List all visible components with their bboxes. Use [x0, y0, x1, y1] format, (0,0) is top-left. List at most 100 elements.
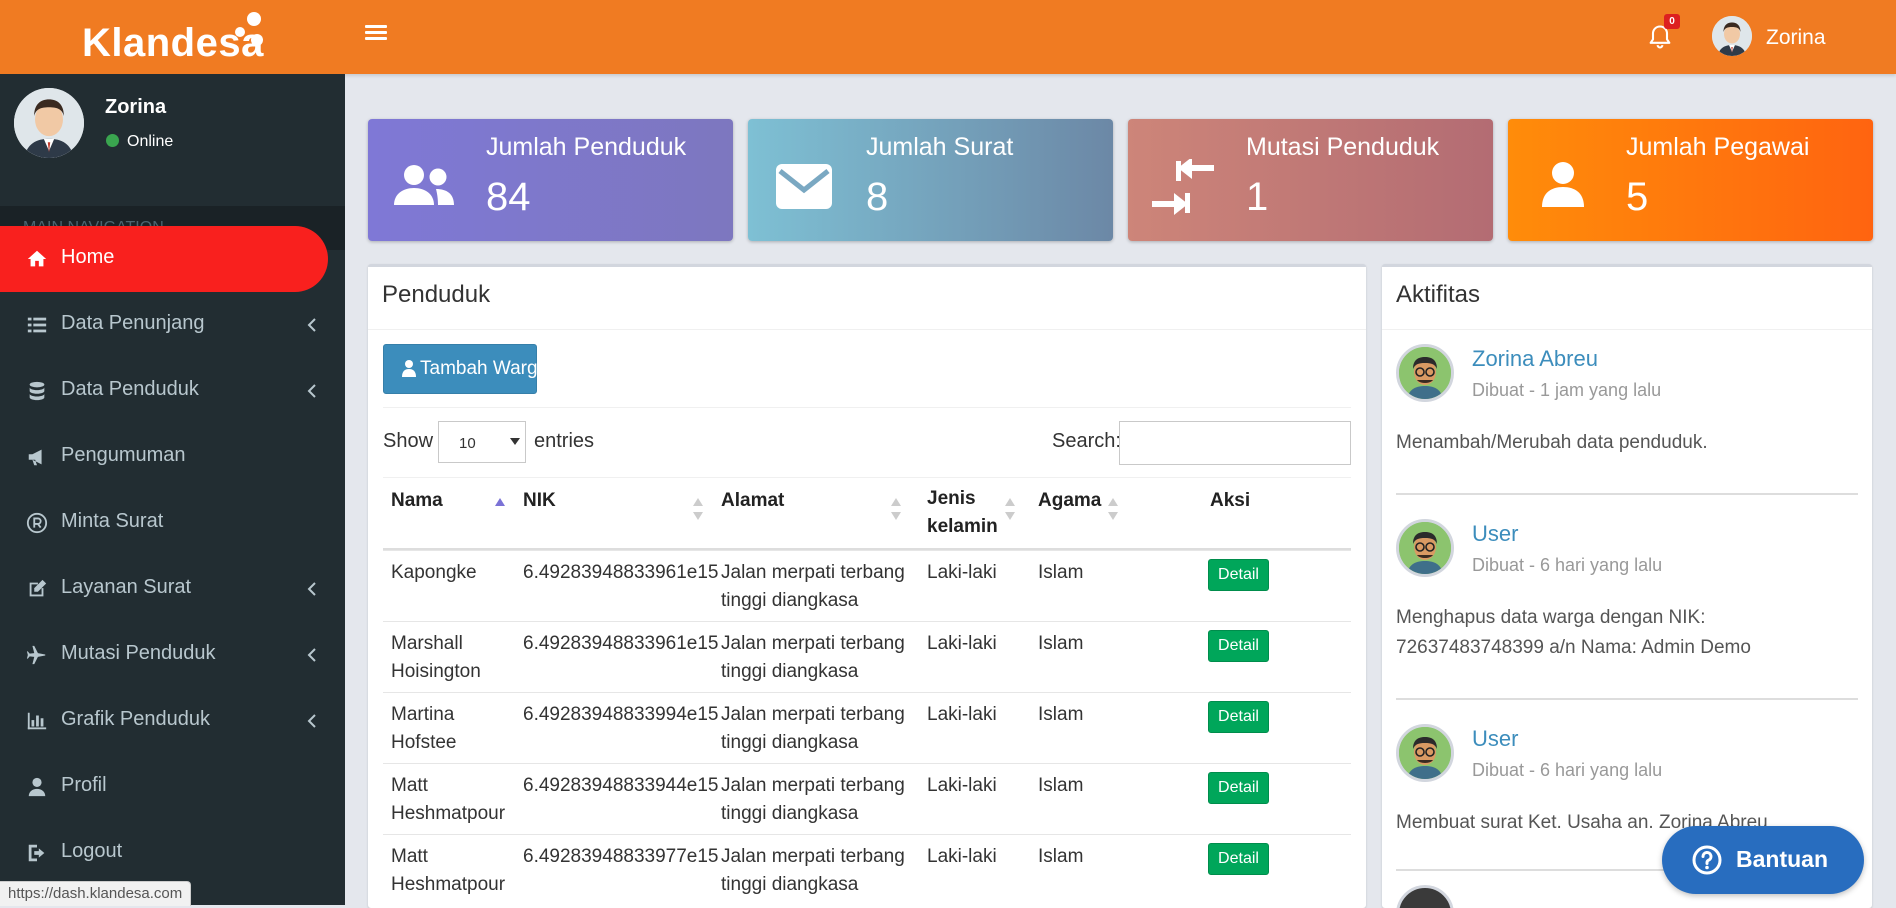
column-header-label: kelamin: [927, 516, 998, 537]
cell-jenis-kelamin: Laki-laki: [927, 633, 997, 654]
browser-status-url: https://dash.klandesa.com: [0, 881, 192, 906]
stat-jumlah-pegawai[interactable]: Jumlah Pegawai 5: [1508, 119, 1873, 241]
search-label: Search:: [1052, 430, 1121, 452]
chevron-left-icon: [307, 318, 316, 332]
list-icon: [27, 317, 47, 333]
entries-length-select[interactable]: 10: [438, 421, 526, 463]
sidebar-item-label: Data Penunjang: [61, 312, 205, 334]
sort-both-icon: [1005, 498, 1015, 520]
tambah-warga-button[interactable]: Tambah Warga: [383, 344, 548, 394]
detail-button[interactable]: Detail: [1208, 701, 1269, 733]
sidebar-user-name: Zorina: [105, 96, 167, 118]
column-header-label: Aksi: [1210, 490, 1251, 511]
activity-user-link[interactable]: Zorina Abreu: [1472, 346, 1598, 372]
table-search: Search:: [1052, 421, 1351, 465]
logo-dots-icon: [235, 12, 263, 46]
chevron-left-icon: [307, 384, 316, 398]
column-header-aksi: Aksi: [1210, 487, 1250, 515]
bar-chart-icon: [27, 712, 47, 730]
sidebar-item-data-penunjang[interactable]: Data Penunjang: [0, 292, 345, 358]
activity-time: Dibuat - 6 hari yang lalu: [1472, 760, 1663, 780]
stat-value: 5: [1626, 175, 1649, 219]
stat-title: Mutasi Penduduk: [1246, 133, 1440, 161]
panel-title: Penduduk: [382, 281, 491, 308]
cell-nama: Kapongke: [391, 562, 477, 583]
avatar: [14, 88, 84, 158]
cell-jenis-kelamin: Laki-laki: [927, 846, 997, 867]
sidebar-item-mutasi-penduduk[interactable]: Mutasi Penduduk: [0, 622, 345, 688]
brand-logo[interactable]: Klandesa: [0, 0, 345, 74]
sidebar-item-label: Logout: [61, 840, 123, 862]
cell-alamat: Jalan merpati terbang tinggi diangkasa: [721, 775, 905, 824]
column-header-nik[interactable]: NIK: [523, 487, 556, 515]
detail-button[interactable]: Detail: [1208, 843, 1269, 875]
sidebar-item-home[interactable]: Home: [0, 226, 328, 292]
column-header-jenis-kelamin[interactable]: Jenis kelamin: [927, 485, 998, 541]
cell-nama: Marshall Hoisington: [391, 633, 481, 682]
table-row: Marshall Hoisington 6.49283948833961e15 …: [383, 621, 1351, 693]
bantuan-help-button[interactable]: Bantuan: [1662, 826, 1864, 894]
column-header-agama[interactable]: Agama: [1038, 487, 1101, 515]
table-row: Matt Heshmatpour 6.49283948833977e15 Jal…: [383, 834, 1351, 906]
avatar: [1396, 519, 1454, 577]
divider: [383, 407, 1351, 408]
detail-button[interactable]: Detail: [1208, 630, 1269, 662]
user-icon: [1542, 162, 1584, 207]
activity-time: Dibuat - 1 jam yang lalu: [1472, 380, 1662, 400]
question-circle-icon: [1692, 845, 1722, 875]
sidebar-item-label: Home: [61, 246, 115, 268]
top-header: Klandesa 0 Zorina: [0, 0, 1896, 74]
sidebar-item-logout[interactable]: Logout: [0, 820, 345, 886]
activity-user-link[interactable]: User: [1472, 521, 1518, 547]
cell-jenis-kelamin: Laki-laki: [927, 562, 997, 583]
entries-length-control: Show 10 entries: [383, 421, 594, 463]
sidebar-toggle-button[interactable]: [365, 22, 387, 44]
cell-nama: Matt Heshmatpour: [391, 846, 506, 895]
sidebar: Zorina Online MAIN NAVIGATION Home Data …: [0, 74, 345, 905]
detail-button[interactable]: Detail: [1208, 559, 1269, 591]
user-icon: [402, 360, 416, 377]
header-user-name: Zorina: [1766, 26, 1826, 49]
search-input[interactable]: [1119, 421, 1351, 465]
show-label: Show: [383, 430, 434, 452]
plane-icon: [26, 645, 46, 665]
panel-title: Aktifitas: [1396, 281, 1481, 308]
cell-jenis-kelamin: Laki-laki: [927, 775, 997, 796]
sidebar-item-label: Profil: [61, 774, 107, 796]
stat-jumlah-surat[interactable]: Jumlah Surat 8: [748, 119, 1113, 241]
sidebar-item-minta-surat[interactable]: Minta Surat: [0, 490, 345, 556]
column-header-label: Nama: [391, 490, 443, 511]
table-row: Matt Heshmatpour 6.49283948833944e15 Jal…: [383, 763, 1351, 835]
edit-icon: [29, 579, 47, 597]
user-icon: [28, 777, 46, 797]
column-header-nama[interactable]: Nama: [391, 487, 443, 515]
detail-button[interactable]: Detail: [1208, 772, 1269, 804]
chevron-left-icon: [307, 648, 316, 662]
sidebar-item-label: Layanan Surat: [61, 576, 192, 598]
sidebar-item-profil[interactable]: Profil: [0, 754, 345, 820]
cell-nik: 6.49283948833961e15: [523, 633, 719, 654]
activity-user-link[interactable]: User: [1472, 726, 1518, 752]
stat-mutasi-penduduk[interactable]: Mutasi Penduduk 1: [1128, 119, 1493, 241]
column-header-label: Jenis: [927, 488, 976, 509]
registered-icon: [26, 512, 48, 534]
user-status-text: Online: [127, 133, 174, 150]
cell-nik: 6.49283948833944e15: [523, 775, 719, 796]
sidebar-item-label: Mutasi Penduduk: [61, 642, 216, 664]
cell-agama: Islam: [1038, 704, 1084, 725]
home-icon: [27, 250, 47, 267]
sidebar-item-label: Grafik Penduduk: [61, 708, 210, 730]
column-header-alamat[interactable]: Alamat: [721, 487, 784, 515]
cell-jenis-kelamin: Laki-laki: [927, 704, 997, 725]
stat-jumlah-penduduk[interactable]: Jumlah Penduduk 84: [368, 119, 733, 241]
divider: [1382, 329, 1872, 330]
sidebar-item-data-penduduk[interactable]: Data Penduduk: [0, 358, 345, 424]
sidebar-item-grafik-penduduk[interactable]: Grafik Penduduk: [0, 688, 345, 754]
penduduk-panel: Penduduk Tambah Warga Show 10 entries Se…: [368, 264, 1366, 908]
sidebar-item-pengumuman[interactable]: Pengumuman: [0, 424, 345, 490]
sidebar-item-layanan-surat[interactable]: Layanan Surat: [0, 556, 345, 622]
cell-agama: Islam: [1038, 775, 1084, 796]
divider: [1396, 493, 1858, 495]
database-icon: [29, 381, 45, 401]
cell-agama: Islam: [1038, 846, 1084, 867]
